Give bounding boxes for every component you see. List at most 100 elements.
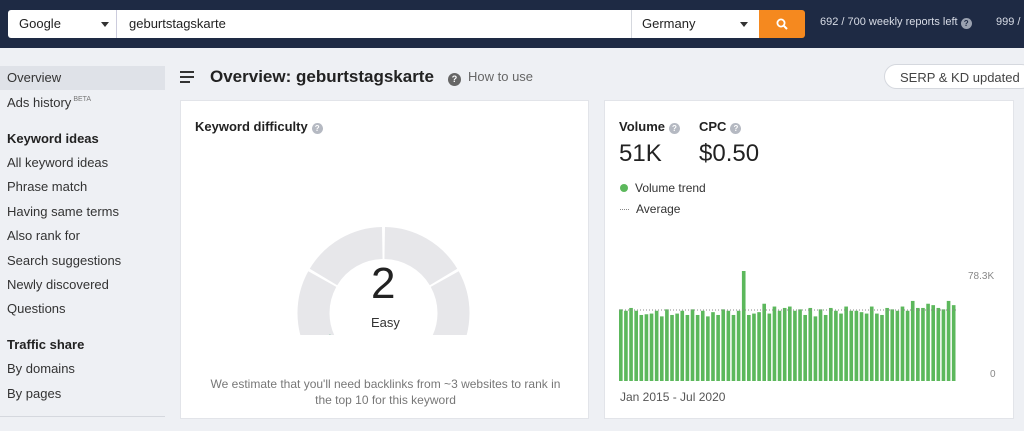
volume-bar[interactable] [680,310,685,381]
volume-bar[interactable] [782,307,787,381]
search-icon [776,18,788,30]
help-icon[interactable]: ? [311,123,323,134]
volume-bar[interactable] [869,306,874,381]
volume-bar[interactable] [854,310,859,381]
volume-bar[interactable] [700,310,705,381]
country-value: Germany [642,16,696,31]
volume-bar[interactable] [644,314,649,381]
volume-bar[interactable] [916,307,920,381]
volume-bar[interactable] [685,314,690,381]
volume-bar[interactable] [798,309,802,381]
volume-bar[interactable] [880,314,884,381]
volume-bar[interactable] [890,309,895,381]
volume-bar[interactable] [946,300,951,381]
volume-bar[interactable] [793,310,797,381]
sidebar-item-all-keyword-ideas[interactable]: All keyword ideas [7,155,108,170]
sidebar-item-by-pages[interactable]: By pages [7,386,61,401]
gauge-segment [297,271,337,335]
legend-label: Volume trend [635,181,706,195]
search-engine-select[interactable]: Google [8,10,117,38]
volume-bar[interactable] [921,307,925,381]
volume-bar[interactable] [905,310,910,381]
volume-bar[interactable] [834,310,838,381]
volume-bar[interactable] [803,314,807,381]
volume-bar[interactable] [716,314,720,381]
volume-bar[interactable] [670,314,674,381]
volume-bar[interactable] [828,307,833,381]
sidebar-item-newly-discovered[interactable]: Newly discovered [7,277,109,292]
sidebar-item-overview[interactable]: Overview [7,70,61,85]
volume-bar[interactable] [721,309,726,381]
volume-bar[interactable] [629,307,633,381]
volume-bar[interactable] [859,312,864,381]
volume-bar[interactable] [936,307,941,381]
volume-bar[interactable] [818,309,823,381]
volume-bar[interactable] [951,305,956,381]
volume-bar[interactable] [844,306,848,381]
weekly-reports-text: 692 / 700 weekly reports left [820,16,958,28]
volume-bar[interactable] [849,310,854,381]
volume-bar[interactable] [772,306,777,381]
volume-bar[interactable] [757,312,761,381]
volume-bar[interactable] [654,310,659,381]
volume-bar[interactable] [706,316,710,381]
volume-bar[interactable] [823,314,828,381]
volume-bar[interactable] [875,313,879,381]
volume-bar[interactable] [695,314,700,381]
volume-card: Volume? CPC? 51K $0.50 Volume trend Aver… [604,100,1014,419]
volume-bar[interactable] [639,314,644,381]
volume-bar[interactable] [762,303,767,381]
volume-bar[interactable] [926,303,930,381]
keyword-difficulty-note: We estimate that you'll need backlinks f… [210,377,561,407]
volume-bar[interactable] [931,305,936,381]
volume-bar[interactable] [624,310,628,381]
how-to-use-link[interactable]: ? How to use [448,69,533,86]
volume-bar[interactable] [619,309,623,381]
volume-bar[interactable] [895,310,900,381]
volume-bar[interactable] [885,307,889,381]
volume-bar[interactable] [634,310,638,381]
volume-bar[interactable] [649,313,654,381]
volume-bar[interactable] [808,307,813,381]
volume-bar[interactable] [736,310,741,381]
volume-bar[interactable] [910,300,915,381]
help-icon[interactable]: ? [669,123,680,134]
volume-bar[interactable] [941,309,946,381]
sidebar-item-questions[interactable]: Questions [7,301,66,316]
sidebar-section-keyword-ideas: Keyword ideas [7,131,99,146]
volume-bar[interactable] [711,312,715,381]
country-select[interactable]: Germany [631,10,759,38]
volume-bar[interactable] [675,313,679,381]
volume-bar[interactable] [726,310,731,381]
sidebar-item-phrase-match[interactable]: Phrase match [7,179,87,194]
volume-bar[interactable] [777,310,782,381]
sidebar-item-having-same-terms[interactable]: Having same terms [7,204,119,219]
volume-bar[interactable] [767,313,772,381]
keyword-search-input[interactable]: geburtstagskarte [117,10,631,38]
sidebar-item-also-rank-for[interactable]: Also rank for [7,228,80,243]
volume-bar[interactable] [665,309,669,381]
help-icon[interactable]: ? [730,123,742,134]
volume-bar[interactable] [839,313,843,381]
serp-kd-updated-badge[interactable]: SERP & KD updated [884,64,1024,89]
help-icon[interactable]: ? [960,18,972,29]
volume-bar[interactable] [900,306,905,381]
volume-bar[interactable] [752,313,756,381]
volume-bar[interactable] [747,314,751,381]
volume-bar[interactable] [813,316,818,381]
search-button[interactable] [759,10,805,38]
keyword-difficulty-card: Keyword difficulty? 2 Easy We estimate t… [180,100,589,419]
volume-bar[interactable] [690,309,695,381]
menu-icon[interactable] [180,71,194,86]
volume-label: Volume [619,119,665,134]
volume-bar[interactable] [741,271,746,381]
volume-bar[interactable] [788,306,792,381]
sidebar-item-by-domains[interactable]: By domains [7,361,75,376]
sidebar-item-ads-history[interactable]: Ads history BETA [7,95,91,110]
sidebar-item-search-suggestions[interactable]: Search suggestions [7,253,121,268]
volume-bar[interactable] [731,314,736,381]
volume-bar[interactable] [864,313,869,381]
keyword-difficulty-rating: Easy [371,315,400,330]
help-icon: ? [448,73,461,86]
volume-bar[interactable] [659,316,664,381]
